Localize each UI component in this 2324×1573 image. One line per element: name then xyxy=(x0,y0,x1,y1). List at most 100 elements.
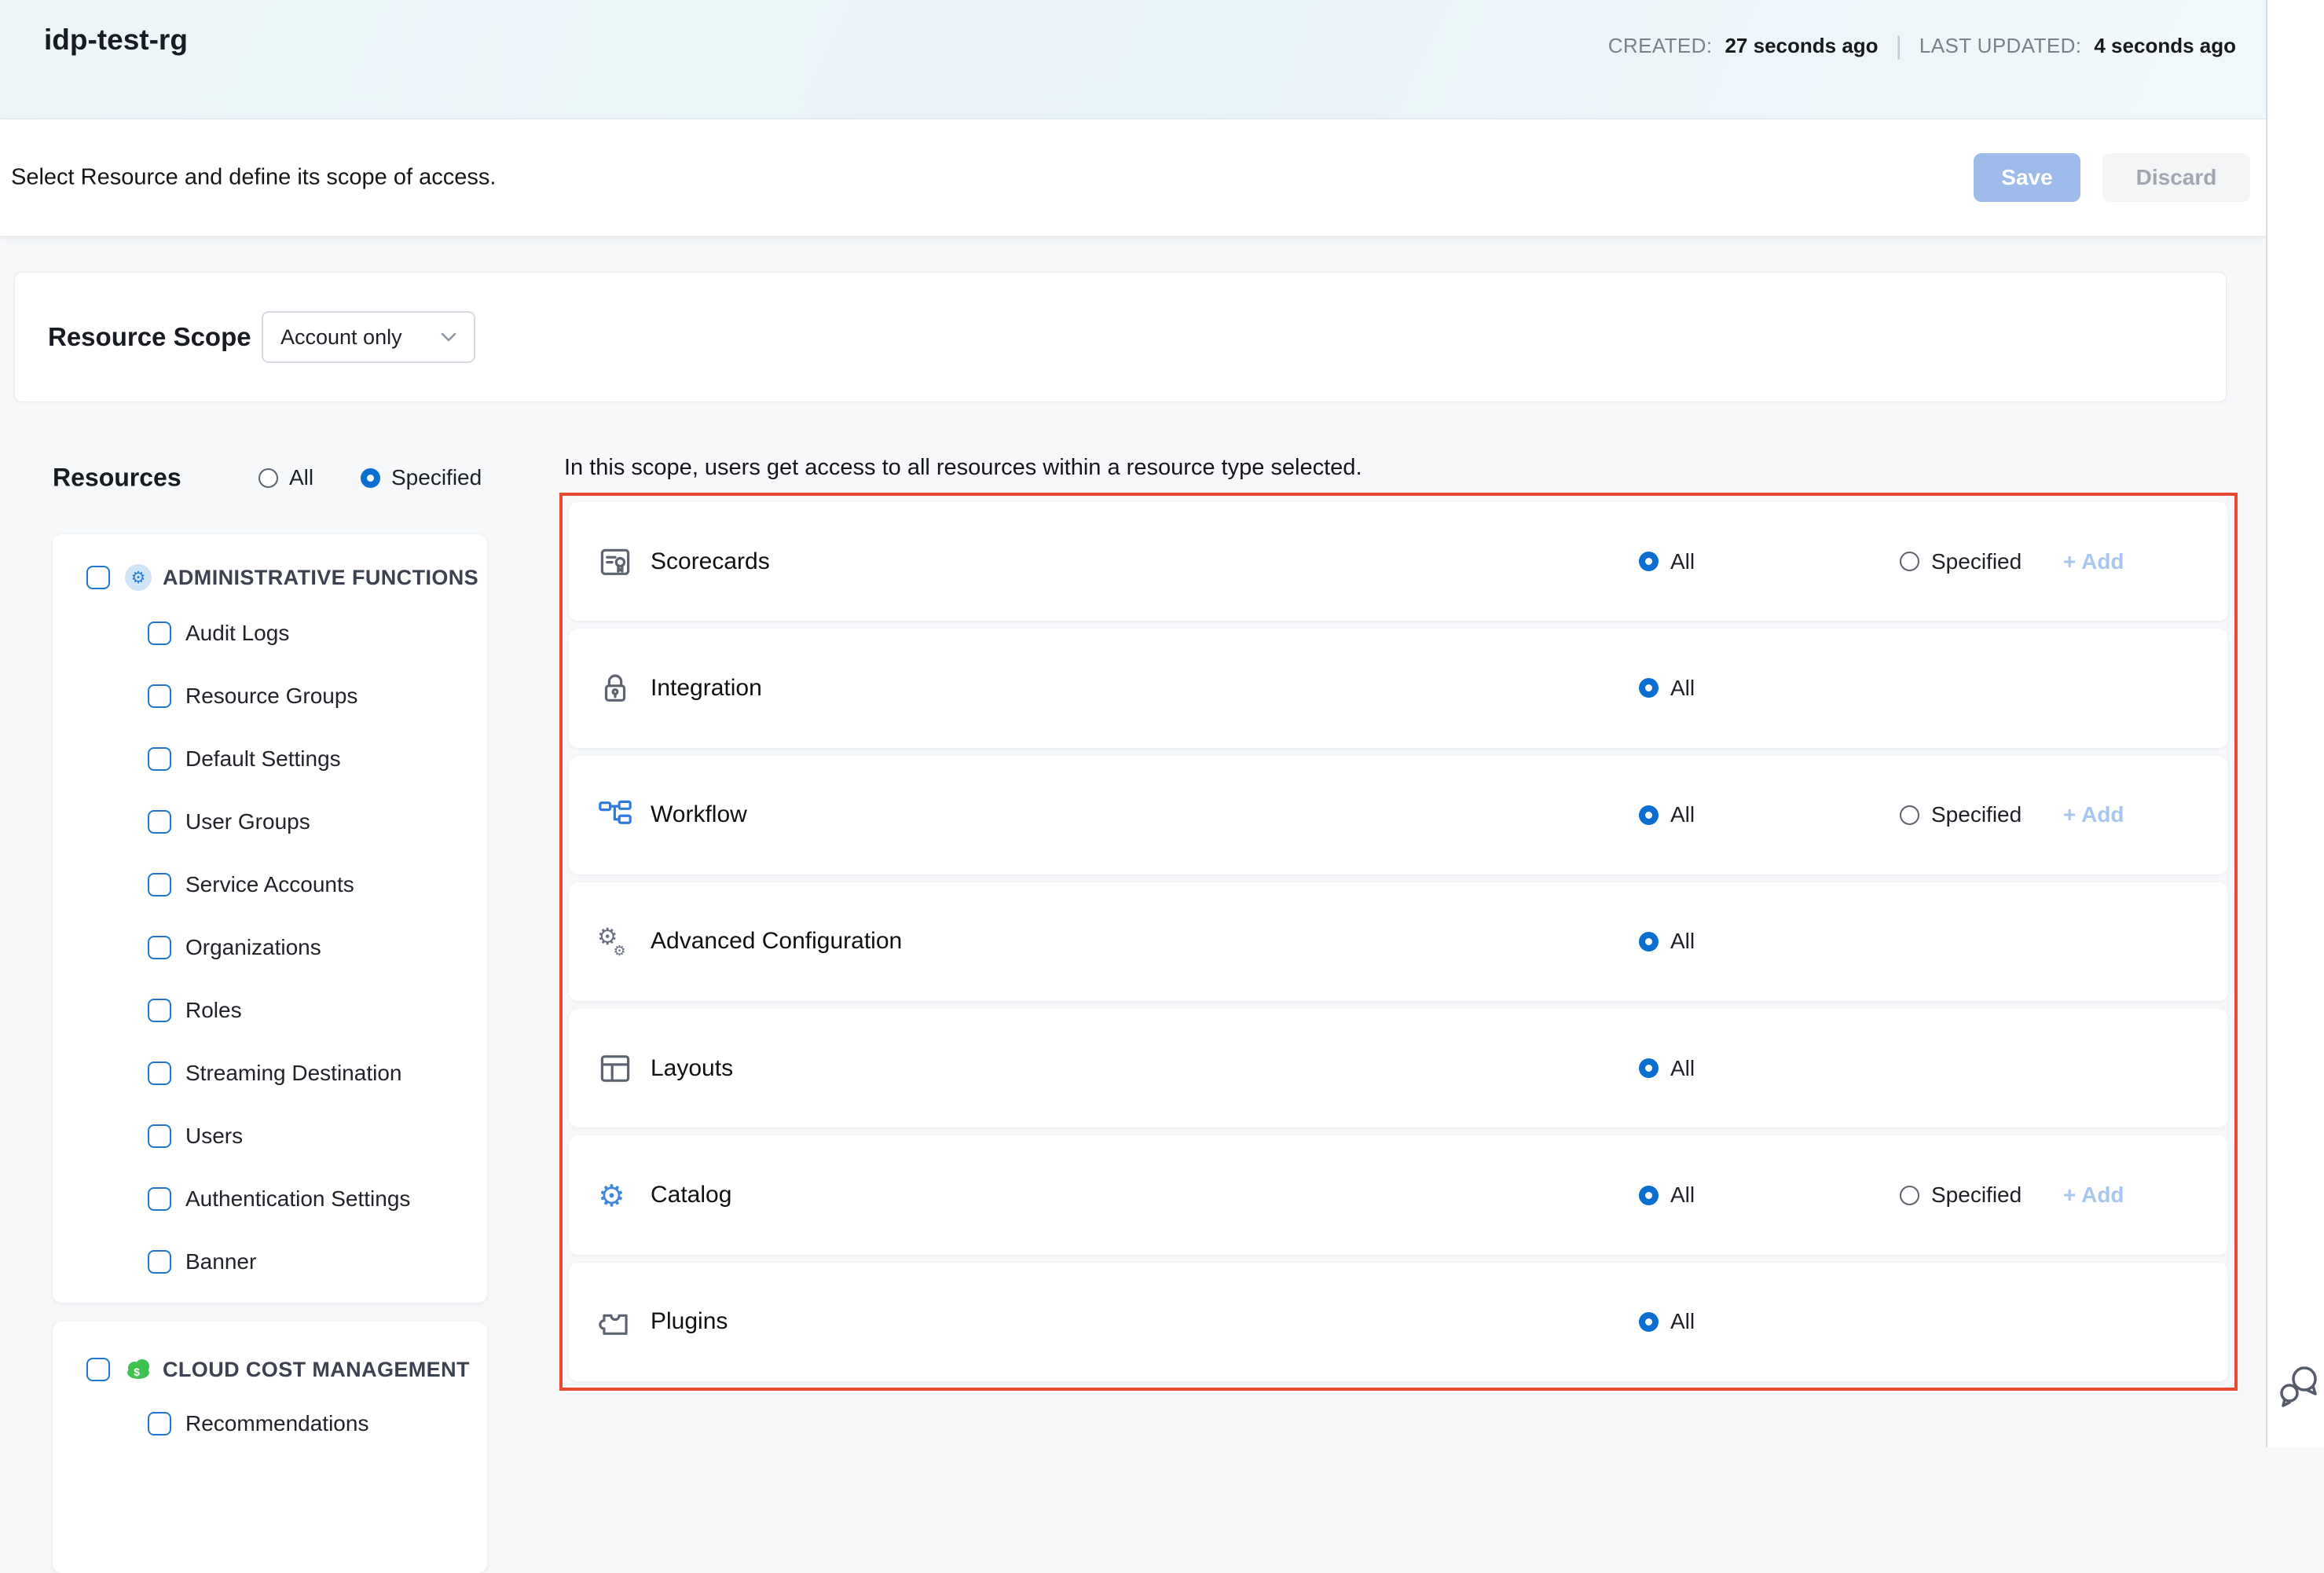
updated-label: LAST UPDATED: xyxy=(1919,34,2082,58)
scope-description: In this scope, users get access to all r… xyxy=(564,455,1362,481)
radio-selected-icon[interactable] xyxy=(1639,552,1659,571)
row-specified-option[interactable]: Specified xyxy=(1900,549,2022,574)
row-label: Advanced Configuration xyxy=(651,928,902,955)
radio-unselected-icon[interactable] xyxy=(258,468,278,488)
list-item[interactable]: User Groups xyxy=(53,790,487,853)
checkbox[interactable] xyxy=(148,1187,171,1211)
layout-icon xyxy=(597,1050,633,1087)
chevron-down-icon xyxy=(441,332,456,343)
list-item[interactable]: Resource Groups xyxy=(53,665,487,728)
add-button[interactable]: + Add xyxy=(2063,1182,2124,1208)
group-header-administrative[interactable]: ⚙ ADMINISTRATIVE FUNCTIONS xyxy=(53,534,487,591)
row-all-option[interactable]: All xyxy=(1639,929,1695,954)
radio-selected-icon[interactable] xyxy=(361,468,380,488)
list-item[interactable]: Organizations xyxy=(53,916,487,979)
checkbox[interactable] xyxy=(148,1124,171,1148)
resources-header: Resources All Specified xyxy=(53,460,508,496)
action-toolbar: Select Resource and define its scope of … xyxy=(0,119,2266,236)
svg-text:⚙: ⚙ xyxy=(613,943,625,959)
save-button[interactable]: Save xyxy=(1974,153,2080,202)
item-label: Users xyxy=(185,1124,243,1149)
row-specified-option[interactable]: Specified xyxy=(1900,1182,2022,1208)
radio-selected-icon[interactable] xyxy=(1639,932,1659,952)
radio-unselected-icon[interactable] xyxy=(1900,1186,1919,1205)
resource-row-scorecards: Scorecards All Specified + Add xyxy=(569,502,2228,621)
add-button[interactable]: + Add xyxy=(2063,802,2124,827)
checkbox[interactable] xyxy=(148,999,171,1022)
page-header: idp-test-rg CREATED: 27 seconds ago | LA… xyxy=(0,0,2266,119)
radio-selected-icon[interactable] xyxy=(1639,678,1659,698)
row-all-label: All xyxy=(1670,1056,1695,1081)
item-label: Resource Groups xyxy=(185,684,357,709)
checkbox[interactable] xyxy=(86,566,110,589)
record-timestamps: CREATED: 27 seconds ago | LAST UPDATED: … xyxy=(1608,31,2236,60)
radio-unselected-icon[interactable] xyxy=(1900,552,1919,571)
list-item[interactable]: Service Accounts xyxy=(53,853,487,916)
resource-types-highlight-box: Scorecards All Specified + Add Integrati… xyxy=(559,493,2238,1391)
row-all-option[interactable]: All xyxy=(1639,549,1695,574)
created-label: CREATED: xyxy=(1608,34,1713,58)
checkbox[interactable] xyxy=(148,1412,171,1436)
row-specified-label: Specified xyxy=(1931,802,2022,827)
row-specified-option[interactable]: Specified xyxy=(1900,802,2022,827)
puzzle-icon xyxy=(597,1304,633,1340)
workflow-icon xyxy=(597,797,633,833)
group-header-ccm[interactable]: $ CLOUD COST MANAGEMENT xyxy=(53,1322,487,1383)
chat-support-icon[interactable] xyxy=(2278,1364,2319,1410)
gear-icon: ⚙ xyxy=(125,564,152,591)
list-item[interactable]: Authentication Settings xyxy=(53,1168,487,1230)
checkbox[interactable] xyxy=(148,1062,171,1085)
list-item[interactable]: Audit Logs xyxy=(53,602,487,665)
radio-selected-icon[interactable] xyxy=(1639,805,1659,825)
row-label: Workflow xyxy=(651,801,747,828)
radio-unselected-icon[interactable] xyxy=(1900,805,1919,825)
resources-all-label: All xyxy=(289,465,313,490)
list-item[interactable]: Streaming Destination xyxy=(53,1042,487,1105)
resource-scope-select[interactable]: Account only xyxy=(262,311,475,363)
resource-row-layouts: Layouts All xyxy=(569,1009,2228,1128)
gear-blue-icon: ⚙ xyxy=(597,1177,633,1213)
list-item[interactable]: Recommendations xyxy=(53,1392,487,1455)
checkbox[interactable] xyxy=(86,1358,110,1381)
row-all-option[interactable]: All xyxy=(1639,676,1695,701)
resources-specified-option[interactable]: Specified xyxy=(361,465,482,490)
lock-icon xyxy=(597,670,633,706)
resource-row-workflow: Workflow All Specified + Add xyxy=(569,756,2228,874)
row-all-option[interactable]: All xyxy=(1639,1056,1695,1081)
row-all-option[interactable]: All xyxy=(1639,1182,1695,1208)
resource-group-card-ccm: $ CLOUD COST MANAGEMENT Recommendations xyxy=(53,1322,487,1573)
resource-scope-label: Resource Scope xyxy=(48,322,251,352)
group-items: Audit Logs Resource Groups Default Setti… xyxy=(53,602,487,1293)
discard-button[interactable]: Discard xyxy=(2102,153,2250,202)
checkbox[interactable] xyxy=(148,684,171,708)
item-label: Organizations xyxy=(185,935,321,960)
row-label: Catalog xyxy=(651,1182,731,1208)
row-all-option[interactable]: All xyxy=(1639,802,1695,827)
resource-scope-selected-value: Account only xyxy=(280,325,402,350)
list-item[interactable]: Roles xyxy=(53,979,487,1042)
radio-selected-icon[interactable] xyxy=(1639,1312,1659,1332)
add-button[interactable]: + Add xyxy=(2063,549,2124,574)
resources-title: Resources xyxy=(53,464,181,493)
item-label: Streaming Destination xyxy=(185,1061,401,1086)
list-item[interactable]: Users xyxy=(53,1105,487,1168)
cloud-dollar-icon: $ xyxy=(125,1356,152,1383)
checkbox[interactable] xyxy=(148,810,171,834)
toolbar-buttons: Save Discard xyxy=(1974,153,2250,202)
row-all-option[interactable]: All xyxy=(1639,1309,1695,1334)
resources-all-option[interactable]: All xyxy=(258,465,313,490)
checkbox[interactable] xyxy=(148,1250,171,1274)
radio-selected-icon[interactable] xyxy=(1639,1058,1659,1078)
radio-selected-icon[interactable] xyxy=(1639,1186,1659,1205)
checkbox[interactable] xyxy=(148,622,171,645)
group-items: Recommendations xyxy=(53,1392,487,1455)
resource-row-integration: Integration All xyxy=(569,629,2228,747)
row-specified-label: Specified xyxy=(1931,549,2022,574)
checkbox[interactable] xyxy=(148,747,171,771)
item-label: Service Accounts xyxy=(185,872,354,897)
checkbox[interactable] xyxy=(148,936,171,959)
resource-group-card-administrative: ⚙ ADMINISTRATIVE FUNCTIONS Audit Logs Re… xyxy=(53,534,487,1303)
list-item[interactable]: Default Settings xyxy=(53,728,487,790)
checkbox[interactable] xyxy=(148,873,171,896)
list-item[interactable]: Banner xyxy=(53,1230,487,1293)
